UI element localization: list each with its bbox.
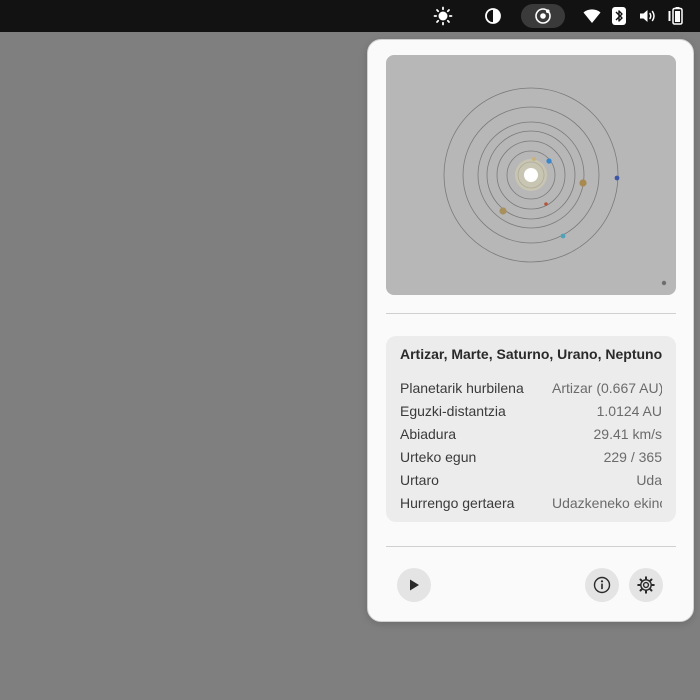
info-row-label: Abiadura (400, 425, 457, 442)
pluto-dot (661, 280, 667, 286)
info-row-value: 1.0124 AU (596, 402, 662, 419)
planet-uranus (560, 233, 566, 239)
orrery-popover: Artizar, Marte, Saturno, Urano, Neptuno … (367, 39, 694, 622)
info-row-velocity: Abiadura 29.41 km/s (400, 422, 662, 445)
contrast-icon (485, 8, 501, 24)
volume-indicator[interactable] (638, 4, 658, 28)
planet-jupiter (579, 179, 587, 187)
brightness-icon (433, 6, 453, 26)
visible-planets-title: Artizar, Marte, Saturno, Urano, Neptuno … (400, 346, 662, 362)
orbit-diagram (443, 87, 667, 286)
wifi-indicator[interactable] (582, 4, 602, 28)
info-row-value: Udazkeneko ekinokzioa (552, 494, 662, 511)
info-row-closest-planet: Planetarik hurbilena Artizar (0.667 AU) (400, 376, 662, 399)
bluetooth-indicator[interactable] (611, 4, 627, 28)
info-row-value: 29.41 km/s (593, 425, 662, 442)
separator (386, 313, 676, 314)
gear-icon (637, 576, 655, 594)
info-row-day-of-year: Urteko egun 229 / 365 (400, 445, 662, 468)
planet-neptune (614, 175, 620, 181)
info-row-label: Urteko egun (400, 448, 477, 465)
battery-icon (668, 7, 683, 25)
bluetooth-icon (612, 7, 626, 25)
planet-venus (546, 158, 552, 164)
info-card: Artizar, Marte, Saturno, Urano, Neptuno … (386, 336, 676, 522)
settings-button[interactable] (629, 568, 663, 602)
info-row-value: Artizar (0.667 AU) (552, 379, 662, 396)
info-row-label: Hurrengo gertaera (400, 494, 515, 511)
info-row-season: Urtaro Uda (400, 468, 662, 491)
play-icon (410, 579, 419, 591)
orrery-indicator[interactable] (521, 4, 565, 28)
contrast-indicator[interactable] (481, 4, 505, 28)
info-icon (593, 576, 611, 594)
about-button[interactable] (585, 568, 619, 602)
solar-system-view (386, 55, 676, 295)
battery-indicator[interactable] (667, 4, 685, 28)
info-row-sun-distance: Eguzki-distantzia 1.0124 AU (400, 399, 662, 422)
info-row-next-event: Hurrengo gertaera Udazkeneko ekinokzioa (400, 491, 662, 514)
info-rows: Planetarik hurbilena Artizar (0.667 AU) … (400, 376, 662, 514)
info-row-label: Urtaro (400, 471, 439, 488)
info-row-label: Eguzki-distantzia (400, 402, 506, 419)
play-button[interactable] (397, 568, 431, 602)
planet-mercury (532, 157, 536, 161)
volume-icon (640, 10, 655, 22)
info-row-value: 229 / 365 (603, 448, 662, 465)
orrery-indicator-icon (535, 8, 551, 24)
sun (524, 168, 538, 182)
wifi-icon (583, 9, 601, 23)
info-row-value: Uda (636, 471, 662, 488)
info-row-label: Planetarik hurbilena (400, 379, 524, 396)
planet-saturn (499, 207, 507, 215)
brightness-indicator[interactable] (431, 4, 455, 28)
planet-mars (544, 202, 548, 206)
top-bar (0, 0, 700, 32)
separator (386, 546, 676, 547)
